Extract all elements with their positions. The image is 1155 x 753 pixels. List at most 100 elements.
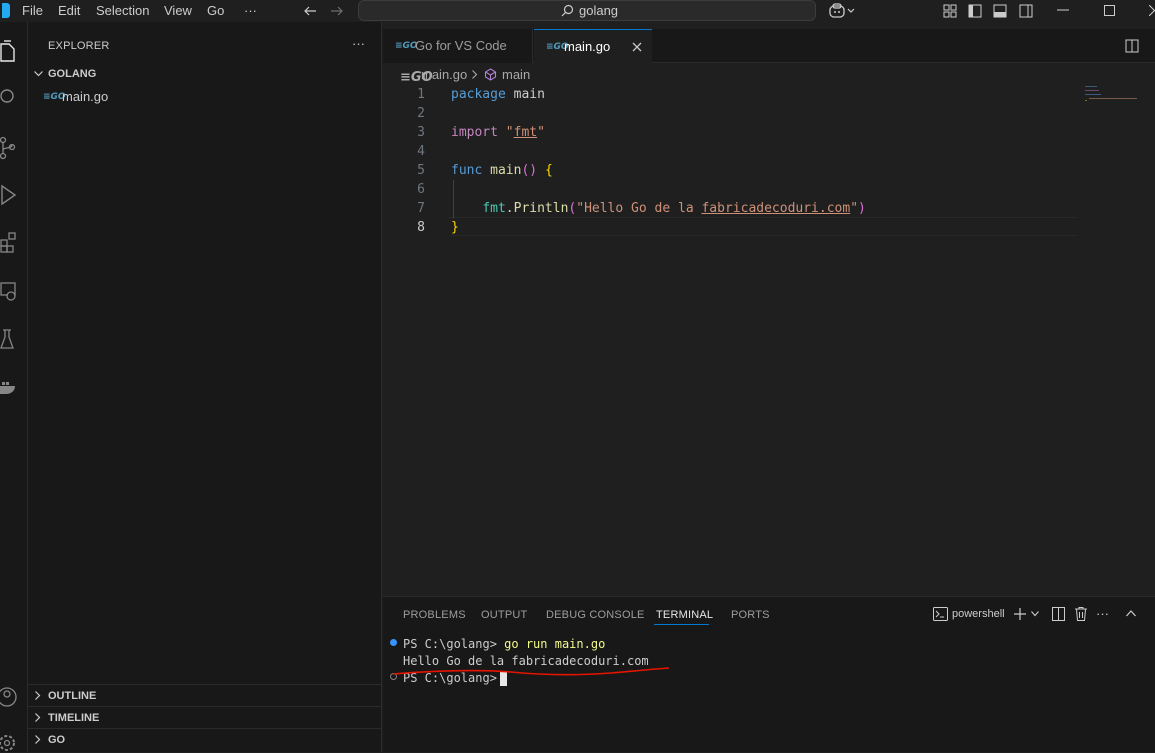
panel-tab-ports[interactable]: PORTS [731,609,770,621]
string-quote: " [505,125,514,140]
close-brace: } [451,220,459,235]
keyword-package: package [451,87,506,102]
minimap[interactable] [1083,85,1155,595]
string-literal: "Hello Go de la [576,201,702,216]
command-success-dot [390,639,397,646]
menu-file[interactable]: File [22,2,43,20]
editor-tab-bar: ≡GO Go for VS Code ≡GO main.go [383,29,1155,64]
code-editor[interactable]: 1 2 3 4 5 6 7 8 package main import "fmt… [383,85,1155,595]
explorer-icon[interactable] [0,40,16,62]
red-underline-annotation [392,667,670,676]
section-go[interactable]: GO [28,728,382,750]
folder-label: GOLANG [48,68,97,80]
tab-go-for-vs-code[interactable]: ≡GO Go for VS Code [383,29,533,63]
panel-tab-terminal[interactable]: TERMINAL [656,609,713,621]
symbol-method-icon [484,68,497,81]
section-outline[interactable]: OUTLINE [28,684,382,706]
chevron-right-icon [35,691,41,700]
line-number: 1 [417,87,425,102]
menu-go[interactable]: Go [207,2,224,20]
close-paren: ) [858,201,866,216]
close-window-icon[interactable] [1149,5,1155,16]
sidebar-title: EXPLORER [48,40,110,52]
folder-golang[interactable]: GOLANG [28,64,382,84]
code-line-1: package main [451,87,545,102]
copilot-icon[interactable] [829,3,857,19]
activity-bar [0,22,28,752]
chevron-right-icon [472,70,478,79]
split-terminal-icon[interactable] [1052,607,1065,621]
line-number: 4 [417,144,425,159]
keyword-import: import [451,125,498,140]
line-number: 2 [417,106,425,121]
run-debug-icon[interactable] [0,184,18,206]
active-tab-indicator [654,624,709,625]
breadcrumb-file[interactable]: main.go [421,67,467,82]
command-center-search[interactable]: golang [358,0,816,21]
section-label: OUTLINE [48,690,97,702]
tab-main-go[interactable]: ≡GO main.go [534,29,652,64]
terminal-output[interactable]: PS C:\golang> go run main.go Hello Go de… [383,633,1155,753]
line-number-active: 8 [417,220,425,235]
menu-more[interactable]: ··· [244,2,257,20]
breadcrumb-symbol[interactable]: main [502,67,530,82]
keyword-func: func [451,163,483,178]
explorer-more-actions[interactable]: ··· [352,36,365,51]
string-link[interactable]: fabricadecoduri.com [701,201,850,216]
new-terminal-plus-icon[interactable] [1014,608,1026,620]
toggle-secondary-sidebar-icon[interactable] [1019,4,1033,18]
chevron-right-icon [35,735,41,744]
line-number: 7 [417,201,425,216]
code-line-5: func main() { [451,163,553,178]
panel-tab-problems[interactable]: PROBLEMS [403,609,466,621]
remote-explorer-icon[interactable] [0,281,18,303]
extensions-icon[interactable] [0,231,18,253]
tab-label: main.go [564,39,611,54]
panel-more-actions[interactable]: ··· [1096,606,1109,621]
testing-icon[interactable] [0,328,16,350]
chevron-right-icon [35,713,41,722]
section-timeline[interactable]: TIMELINE [28,706,382,728]
string-quote: " [537,125,545,140]
manage-gear-icon[interactable] [0,730,18,752]
panel-tab-output[interactable]: OUTPUT [481,609,527,621]
maximize-icon[interactable] [1104,5,1115,16]
toggle-panel-icon[interactable] [993,4,1007,18]
import-path: fmt [513,125,538,140]
accounts-icon[interactable] [0,686,18,708]
string-quote: " [850,201,859,216]
panel-tab-debug-console[interactable]: DEBUG CONSOLE [546,609,645,621]
dot: . [505,201,514,216]
back-arrow-icon[interactable] [303,4,317,18]
close-tab-icon[interactable] [632,42,642,52]
toggle-primary-sidebar-icon[interactable] [968,4,982,18]
function-call: Println [513,201,569,216]
chevron-down-icon[interactable] [1031,611,1039,617]
search-label: golang [579,3,619,18]
menu-view[interactable]: View [164,2,192,20]
kill-terminal-trash-icon[interactable] [1075,607,1087,621]
file-main-go[interactable]: ≡GO main.go [28,86,382,108]
maximize-panel-chevron-up-icon[interactable] [1126,610,1136,617]
terminal-shell-icon [933,607,948,621]
menu-edit[interactable]: Edit [58,2,80,20]
customize-layout-icon[interactable] [943,4,957,18]
chevron-down-icon [34,71,43,77]
current-line-highlight [449,217,1077,236]
terminal-prompt: PS C:\golang> [403,637,505,651]
code-line-3: import "fmt" [451,125,545,140]
bottom-panel: PROBLEMS OUTPUT DEBUG CONSOLE TERMINAL P… [383,596,1155,752]
forward-arrow-icon[interactable] [330,4,344,18]
menu-selection[interactable]: Selection [96,2,149,20]
line-number: 6 [417,182,425,197]
package-ref: fmt [482,201,506,216]
line-number: 5 [417,163,425,178]
terminal-shell-name[interactable]: powershell [952,608,1005,620]
split-editor-icon[interactable] [1125,39,1139,53]
package-name: main [513,87,545,102]
source-control-icon[interactable] [0,136,16,160]
docker-icon[interactable] [0,376,18,398]
open-brace: { [544,163,553,178]
search-view-icon[interactable] [0,88,18,108]
minimize-icon[interactable] [1057,9,1069,11]
